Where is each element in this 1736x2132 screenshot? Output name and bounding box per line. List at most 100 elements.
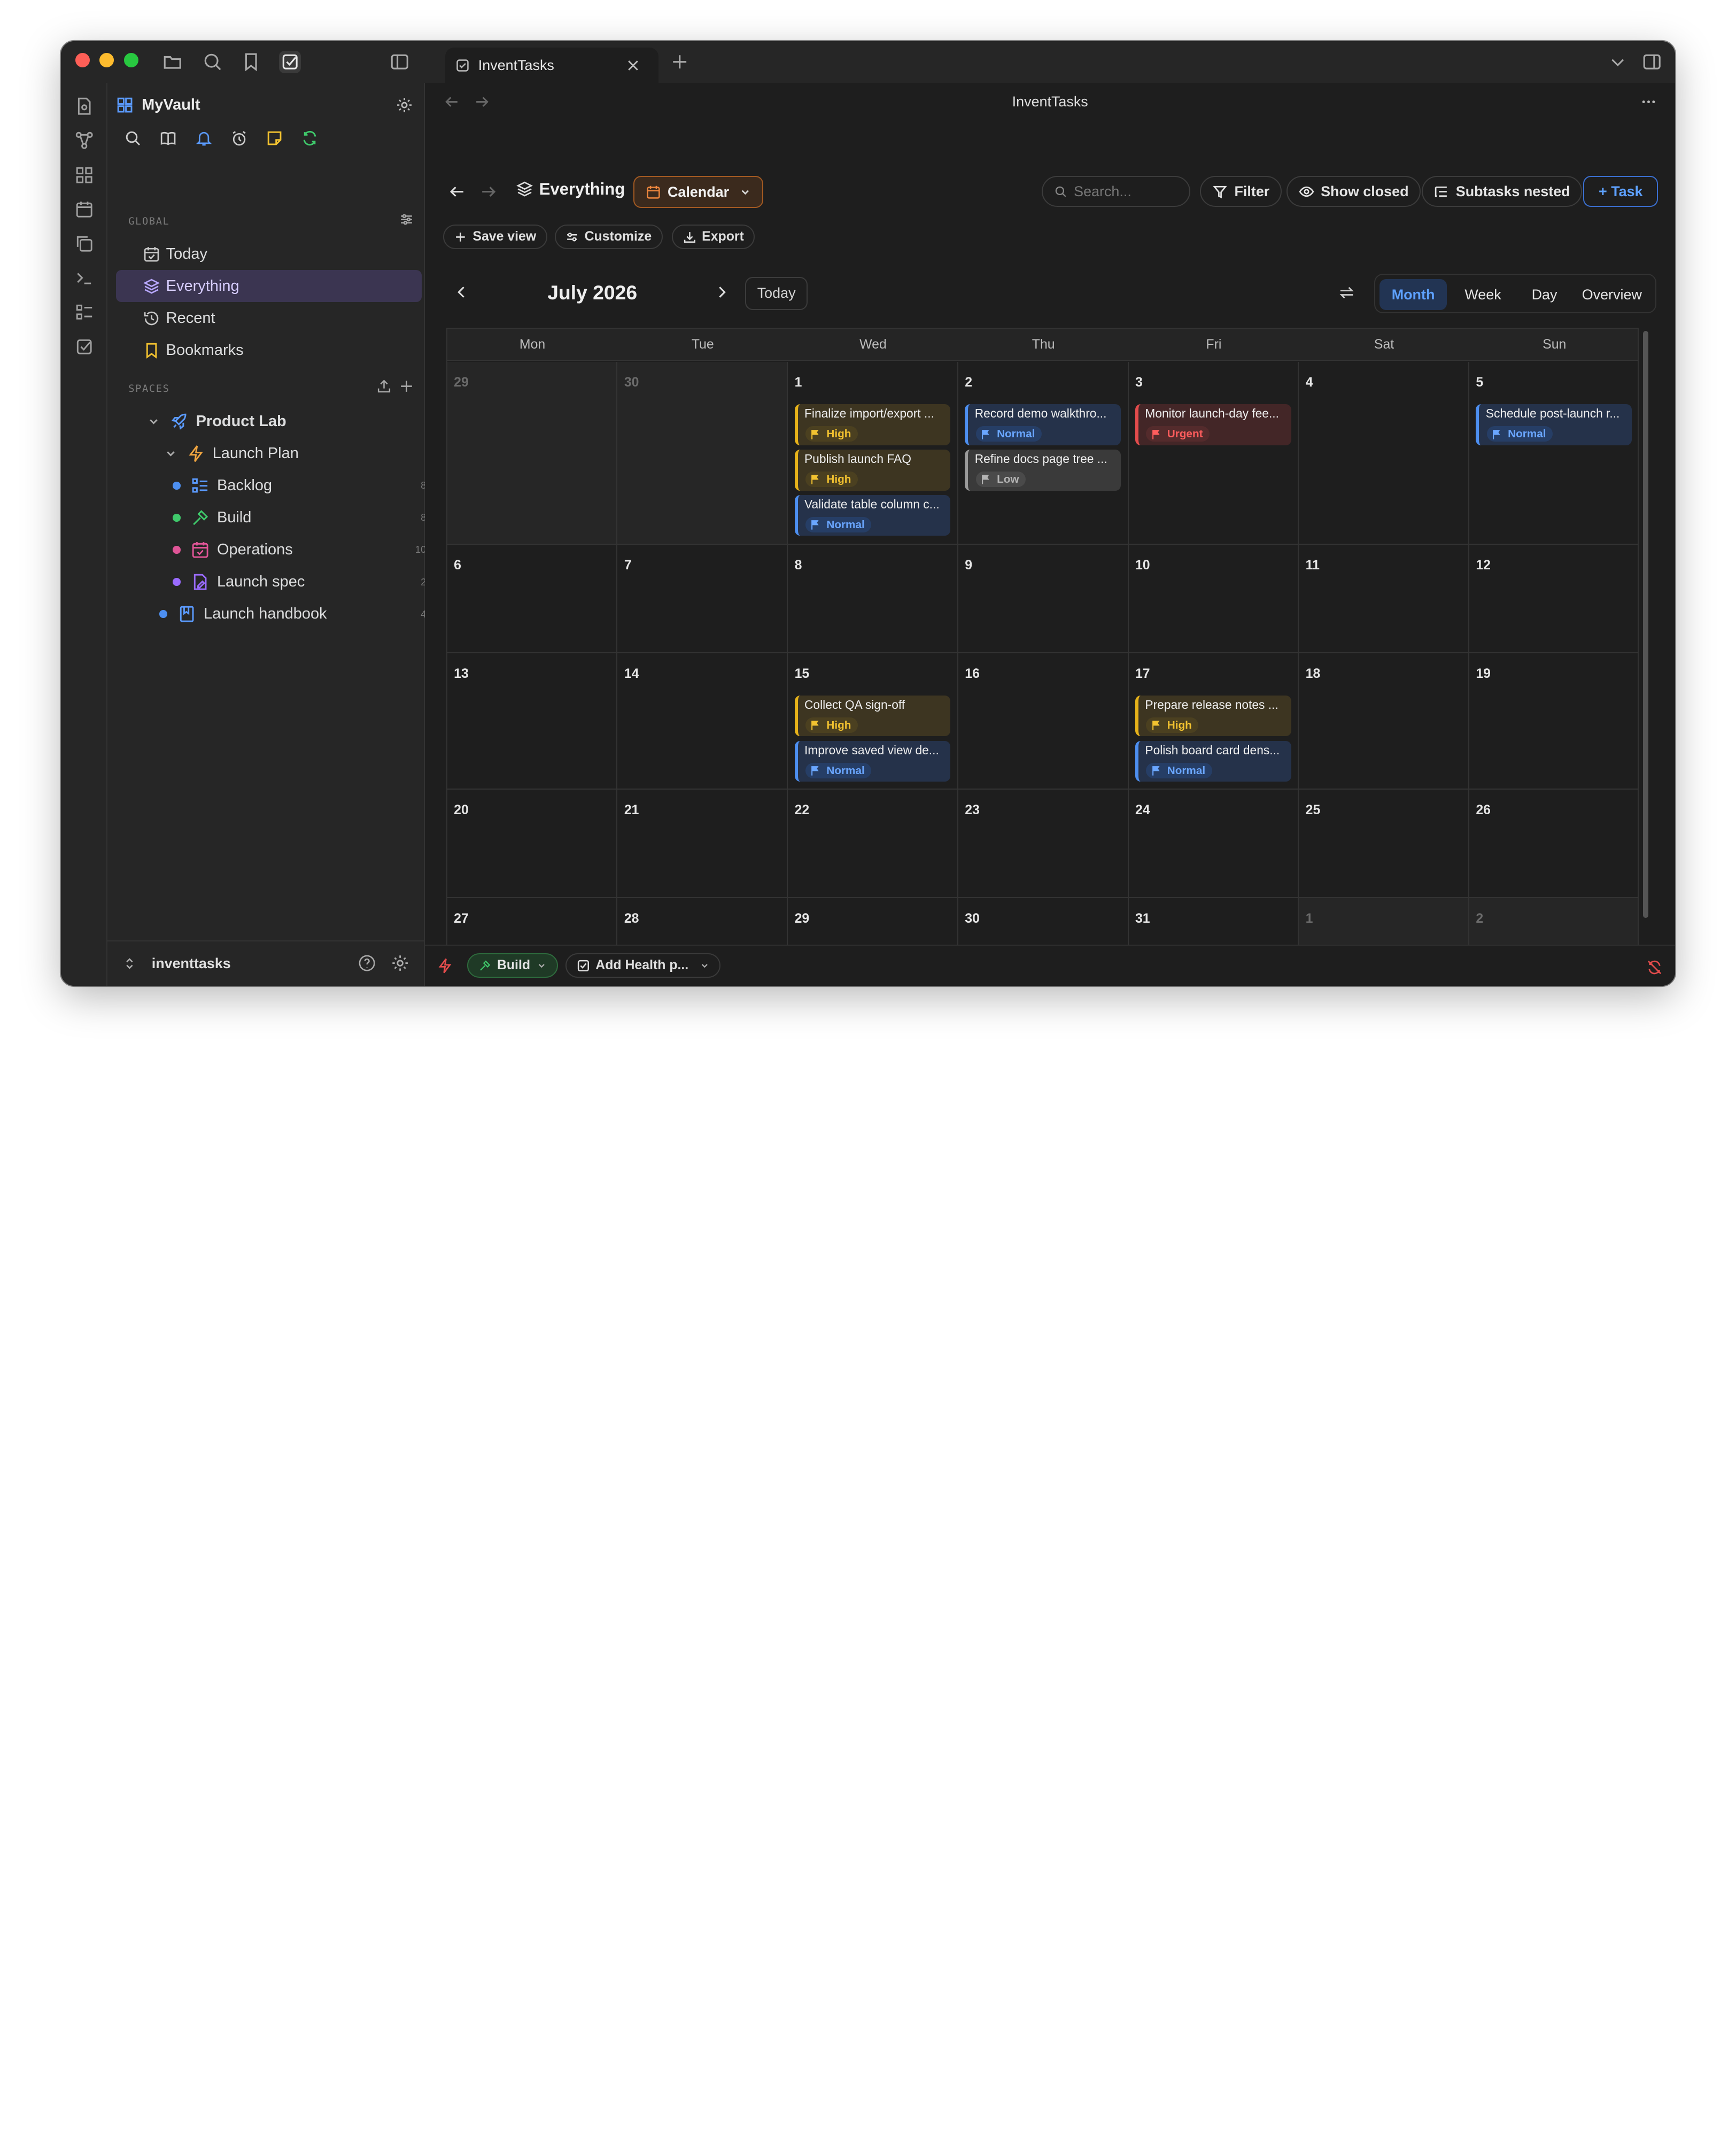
calendar-day-cell[interactable]: 20: [447, 789, 618, 898]
task-card[interactable]: Validate table column c... Normal: [794, 495, 951, 536]
calendar-day-cell[interactable]: 14: [617, 653, 788, 790]
previous-month-icon[interactable]: [454, 284, 469, 300]
task-card[interactable]: Refine docs page tree ... Low: [965, 449, 1121, 491]
sidebar-item-everything[interactable]: Everything: [116, 270, 422, 303]
filter-button[interactable]: Filter: [1200, 176, 1282, 207]
tab-list-chevron-icon[interactable]: [1607, 51, 1629, 73]
task-card[interactable]: Finalize import/export ... High: [794, 404, 951, 445]
calendar-day-cell[interactable]: 26: [1469, 790, 1638, 898]
nav-forward-icon[interactable]: [474, 94, 490, 110]
task-card[interactable]: Polish board card dens... Normal: [1135, 740, 1291, 782]
mode-month[interactable]: Month: [1379, 279, 1447, 310]
calendar-day-cell[interactable]: 6: [447, 545, 618, 654]
calendar-day-cell[interactable]: 11: [1299, 545, 1469, 654]
minimize-window-button[interactable]: [99, 53, 114, 68]
add-task-button[interactable]: + Task: [1583, 176, 1658, 207]
mode-overview[interactable]: Overview: [1572, 279, 1652, 310]
bell-icon[interactable]: [195, 129, 213, 147]
terminal-icon[interactable]: [73, 267, 95, 289]
list-build[interactable]: Build 8: [173, 501, 426, 534]
folder-launch-plan[interactable]: Launch Plan: [164, 437, 299, 469]
workspace-name[interactable]: inventtasks: [152, 955, 231, 972]
search-icon[interactable]: [201, 51, 223, 73]
add-health-chip[interactable]: Add Health p...: [565, 953, 721, 978]
graph-icon[interactable]: [73, 129, 95, 151]
calendar-scrollbar[interactable]: [1642, 331, 1649, 918]
tasks-checkbox-icon[interactable]: [278, 51, 301, 73]
folder-icon[interactable]: [161, 51, 183, 73]
sidebar-item-recent[interactable]: Recent: [116, 302, 422, 334]
search-box[interactable]: Search...: [1042, 176, 1190, 207]
task-card[interactable]: Prepare release notes ... High: [1135, 695, 1291, 737]
nav-back-icon[interactable]: [444, 94, 460, 110]
right-sidebar-toggle-icon[interactable]: [1641, 51, 1663, 73]
chevron-updown-icon[interactable]: [123, 957, 136, 970]
refresh-arrows-icon[interactable]: [1337, 283, 1356, 302]
close-window-button[interactable]: [75, 53, 90, 68]
calendar-day-cell[interactable]: 8: [788, 545, 958, 654]
calendar-day-cell[interactable]: 24: [1128, 789, 1299, 898]
calendar-day-cell[interactable]: 22: [788, 789, 958, 898]
task-card[interactable]: Schedule post-launch r... Normal: [1476, 404, 1632, 445]
checklist-icon[interactable]: [73, 301, 95, 323]
calendar-day-cell[interactable]: 10: [1128, 545, 1299, 654]
calendar-day-cell[interactable]: 17 Prepare release notes ... High Polish bo…: [1128, 653, 1299, 790]
calendar-day-cell[interactable]: 4: [1299, 362, 1469, 545]
tasks-icon[interactable]: [73, 336, 95, 358]
calendar-day-cell[interactable]: 16: [958, 653, 1129, 790]
task-card[interactable]: Publish launch FAQ High: [794, 449, 951, 491]
customize-button[interactable]: Customize: [554, 225, 663, 250]
calendar-day-cell[interactable]: 13: [447, 653, 618, 790]
mode-week[interactable]: Week: [1449, 279, 1516, 310]
subtasks-nested-button[interactable]: Subtasks nested: [1421, 176, 1583, 207]
sidebar-item-today[interactable]: Today: [116, 238, 422, 270]
sync-disabled-icon[interactable]: [1646, 959, 1663, 976]
view-back-icon[interactable]: [448, 183, 466, 200]
sync-icon[interactable]: [301, 129, 319, 147]
vault-settings-icon[interactable]: [396, 96, 413, 114]
sidebar-item-bookmarks[interactable]: Bookmarks: [116, 335, 422, 367]
vault-name[interactable]: MyVault: [142, 96, 200, 114]
list-launch-spec[interactable]: Launch spec 2: [173, 566, 426, 598]
bookmark-icon[interactable]: [240, 51, 262, 73]
show-closed-button[interactable]: Show closed: [1286, 176, 1421, 207]
view-type-dropdown[interactable]: Calendar: [633, 176, 764, 208]
upload-icon[interactable]: [376, 378, 392, 394]
calendar-day-cell[interactable]: 21: [617, 789, 788, 898]
next-month-icon[interactable]: [714, 284, 730, 300]
chevron-down-icon[interactable]: [147, 415, 160, 428]
more-options-icon[interactable]: [1641, 94, 1656, 110]
calendar-day-cell[interactable]: 12: [1469, 545, 1638, 654]
calendar-day-cell[interactable]: 2 Record demo walkthro... Normal Refine doc…: [958, 362, 1129, 545]
zoom-window-button[interactable]: [123, 53, 138, 68]
doc-launch-handbook[interactable]: Launch handbook 4: [159, 598, 426, 630]
task-card[interactable]: Collect QA sign-off High: [794, 695, 951, 737]
new-note-icon[interactable]: [73, 95, 95, 117]
new-tab-icon[interactable]: [669, 51, 691, 73]
calendar-day-cell[interactable]: 15 Collect QA sign-off High Improve saved v…: [788, 653, 958, 790]
calendar-day-cell[interactable]: 9: [958, 545, 1129, 654]
export-button[interactable]: Export: [672, 225, 755, 250]
lightning-icon[interactable]: [436, 957, 454, 975]
copy-icon[interactable]: [73, 233, 95, 254]
dashboard-icon[interactable]: [73, 164, 95, 186]
task-card[interactable]: Monitor launch-day fee... Urgent: [1135, 404, 1291, 445]
search-icon[interactable]: [124, 129, 142, 147]
calendar-day-cell[interactable]: 18: [1299, 653, 1469, 790]
alarm-clock-icon[interactable]: [230, 129, 248, 147]
sidebar-toggle-icon[interactable]: [389, 51, 410, 73]
calendar-day-cell[interactable]: 19: [1469, 653, 1638, 790]
calendar-day-cell[interactable]: 3 Monitor launch-day fee... Urgent: [1128, 362, 1299, 545]
close-tab-icon[interactable]: [625, 58, 641, 73]
add-space-icon[interactable]: [399, 378, 414, 394]
settings-gear-icon[interactable]: [391, 954, 409, 972]
mode-day[interactable]: Day: [1519, 279, 1570, 310]
tab-inventtasks[interactable]: InventTasks: [445, 48, 659, 83]
list-backlog[interactable]: Backlog 8: [173, 469, 426, 501]
calendar-day-cell[interactable]: 7: [617, 545, 788, 654]
task-card[interactable]: Improve saved view de... Normal: [794, 740, 951, 782]
calendar-day-cell[interactable]: 29: [447, 362, 618, 545]
save-view-button[interactable]: Save view: [443, 225, 547, 250]
build-list-chip[interactable]: Build: [467, 953, 558, 978]
space-product-lab[interactable]: Product Lab: [147, 405, 286, 437]
